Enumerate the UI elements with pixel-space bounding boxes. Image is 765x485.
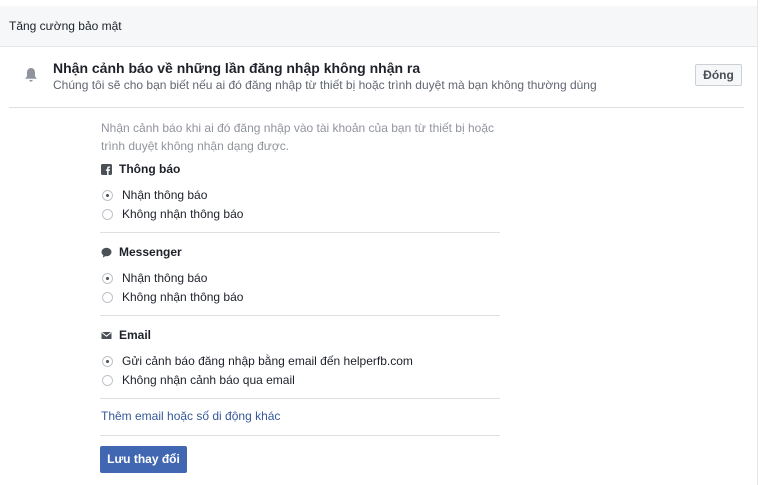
radio-email-off[interactable]: Không nhận cảnh báo qua email	[102, 373, 295, 387]
panel-title: Tăng cường bảo mật	[9, 19, 122, 33]
facebook-icon	[101, 163, 112, 175]
radio-label: Không nhận thông báo	[122, 290, 244, 304]
panel-header: Tăng cường bảo mật	[0, 6, 757, 47]
group-notifications-header: Thông báo	[101, 162, 180, 176]
divider	[100, 435, 500, 436]
bell-icon	[25, 68, 37, 82]
group-title: Messenger	[119, 245, 182, 259]
radio-messenger-off[interactable]: Không nhận thông báo	[102, 290, 243, 304]
radio-notifications-off[interactable]: Không nhận thông báo	[102, 207, 243, 221]
divider	[100, 232, 500, 233]
divider	[9, 107, 744, 108]
group-title: Email	[119, 328, 152, 342]
radio-email-on[interactable]: Gửi cảnh báo đăng nhập bằng email đến he…	[102, 354, 413, 368]
radio-button[interactable]	[102, 291, 113, 303]
radio-button[interactable]	[102, 374, 113, 386]
radio-button[interactable]	[102, 272, 113, 284]
save-changes-button[interactable]: Lưu thay đổi	[100, 446, 187, 473]
radio-label: Nhận thông báo	[122, 271, 208, 285]
radio-notifications-on[interactable]: Nhận thông báo	[102, 188, 207, 202]
radio-label: Không nhận cảnh báo qua email	[122, 373, 295, 387]
radio-button[interactable]	[102, 355, 113, 367]
group-messenger-header: Messenger	[101, 245, 182, 259]
radio-label: Gửi cảnh báo đăng nhập bằng email đến he…	[122, 354, 413, 368]
radio-button[interactable]	[102, 208, 113, 220]
intro-text: Nhận cảnh báo khi ai đó đăng nhập vào tà…	[101, 121, 494, 153]
section-description: Chúng tôi sẽ cho bạn biết nếu ai đó đăng…	[53, 78, 597, 92]
radio-label: Nhận thông báo	[122, 188, 208, 202]
close-button[interactable]: Đóng	[695, 64, 742, 86]
divider	[100, 315, 500, 316]
group-title: Thông báo	[119, 162, 181, 176]
radio-messenger-on[interactable]: Nhận thông báo	[102, 271, 207, 285]
radio-button[interactable]	[102, 189, 113, 201]
section-title: Nhận cảnh báo về những lần đăng nhập khô…	[53, 60, 421, 76]
radio-label: Không nhận thông báo	[122, 207, 244, 221]
group-email-header: Email	[101, 328, 151, 342]
security-panel: Tăng cường bảo mật Nhận cảnh báo về nhữn…	[0, 0, 758, 485]
divider	[100, 398, 500, 399]
add-contact-link[interactable]: Thêm email hoặc số di động khác	[101, 409, 280, 423]
messenger-icon	[101, 247, 112, 258]
email-icon	[101, 331, 112, 339]
